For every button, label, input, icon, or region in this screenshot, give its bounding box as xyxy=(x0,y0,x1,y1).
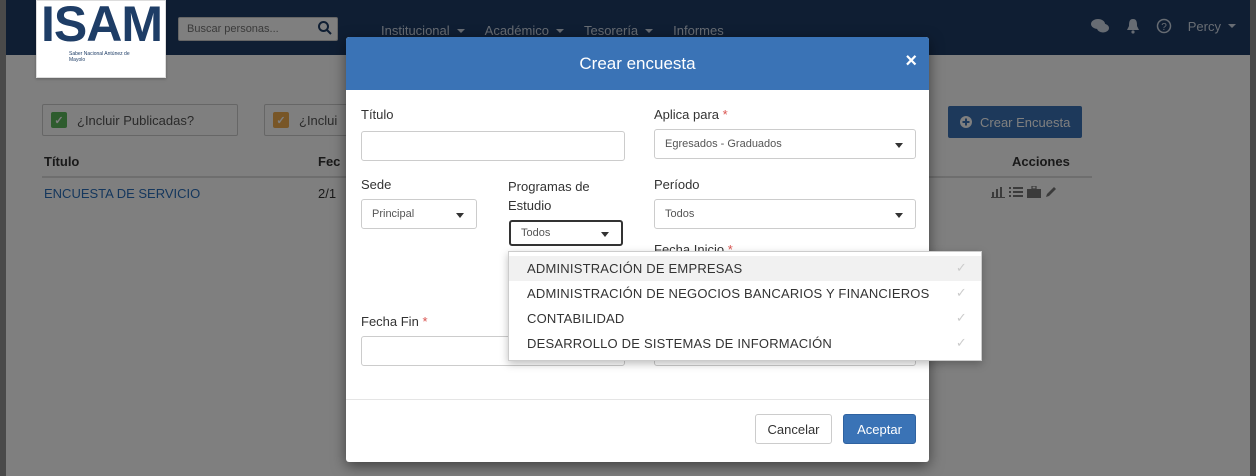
programas-select[interactable]: Todos xyxy=(509,220,623,246)
check-icon: ✓ xyxy=(955,335,967,350)
logo[interactable]: ISAM Saber Nacional Antúnez de Mayolo xyxy=(36,0,166,78)
close-icon[interactable]: × xyxy=(905,51,917,71)
modal-header: Crear encuesta × xyxy=(346,37,929,90)
modal-title: Crear encuesta xyxy=(579,53,696,73)
programas-dropdown: ADMINISTRACIÓN DE EMPRESAS ✓ ADMINISTRAC… xyxy=(508,251,982,361)
chevron-down-icon xyxy=(601,232,609,237)
dropdown-option[interactable]: ADMINISTRACIÓN DE EMPRESAS ✓ xyxy=(509,256,981,281)
aplica-para-label: Aplica para * xyxy=(654,107,728,122)
chevron-down-icon xyxy=(895,143,903,148)
chevron-down-icon xyxy=(895,213,903,218)
titulo-input[interactable] xyxy=(361,131,625,161)
dropdown-option[interactable]: ADMINISTRACIÓN DE NEGOCIOS BANCARIOS Y F… xyxy=(509,281,981,306)
aplica-para-select[interactable]: Egresados - Graduados xyxy=(654,129,916,159)
dropdown-option[interactable]: DESARROLLO DE SISTEMAS DE INFORMACIÓN ✓ xyxy=(509,331,981,356)
check-icon: ✓ xyxy=(955,260,967,275)
periodo-label: Período xyxy=(654,177,700,192)
app-frame: Institucional Académico Tesorería Inform… xyxy=(0,0,1256,476)
logo-text: ISAM xyxy=(41,0,163,52)
check-icon: ✓ xyxy=(955,285,967,300)
logo-subtitle: Saber Nacional Antúnez de Mayolo xyxy=(69,51,130,63)
dropdown-option[interactable]: CONTABILIDAD ✓ xyxy=(509,306,981,331)
fecha-fin-label: Fecha Fin * xyxy=(361,314,428,329)
accept-button[interactable]: Aceptar xyxy=(843,414,916,444)
titulo-label: Título xyxy=(361,107,394,122)
sede-label: Sede xyxy=(361,177,392,192)
sede-select[interactable]: Principal xyxy=(361,199,477,229)
modal-footer-divider xyxy=(346,399,929,400)
check-icon: ✓ xyxy=(955,310,967,325)
create-survey-modal: Crear encuesta × Título Aplica para * Eg… xyxy=(346,37,929,462)
periodo-select[interactable]: Todos xyxy=(654,199,916,229)
programas-label: Programas de Estudio xyxy=(508,179,590,213)
cancel-button[interactable]: Cancelar xyxy=(755,414,832,444)
chevron-down-icon xyxy=(456,213,464,218)
